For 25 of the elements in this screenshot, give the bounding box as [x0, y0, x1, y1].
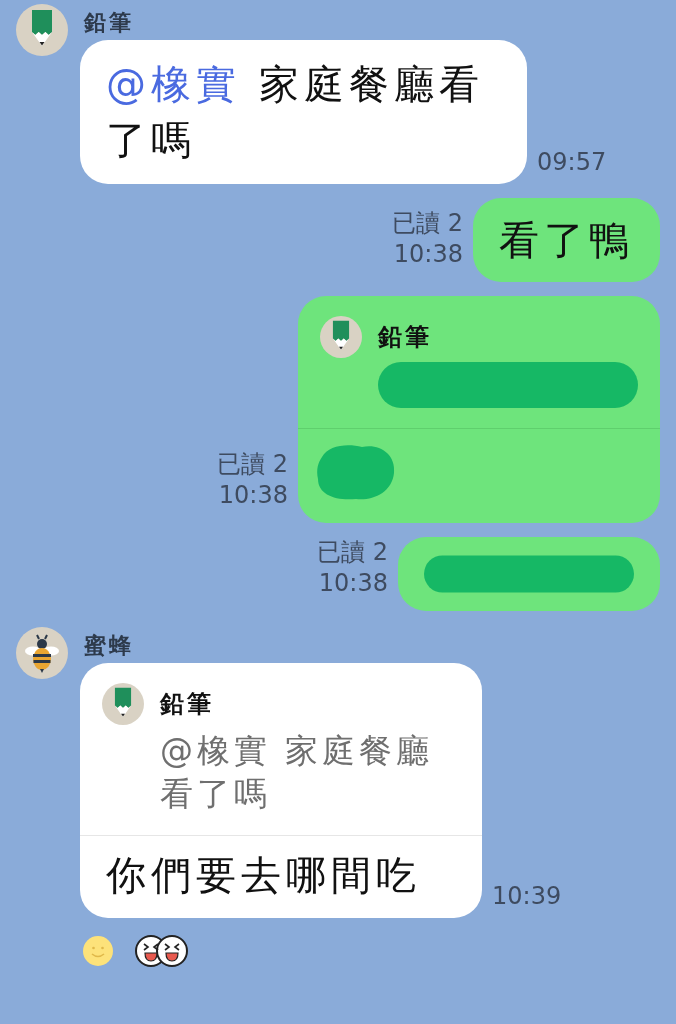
pencil-avatar-icon[interactable]	[320, 316, 362, 358]
timestamp: 10:38	[317, 568, 388, 599]
message-text: 你們要去哪間吃	[106, 851, 422, 900]
message-bubble[interactable]: 鉛筆 @橡實 家庭餐廳看了嗎 你們要去哪間吃	[80, 663, 482, 918]
sender-name: 鉛筆	[84, 9, 135, 37]
message-text: @橡實 家庭餐廳看了嗎	[106, 60, 485, 165]
timestamp: 10:39	[492, 881, 562, 912]
pencil-avatar-icon[interactable]	[102, 683, 144, 725]
timestamp: 10:38	[392, 239, 463, 270]
pencil-avatar-icon[interactable]	[16, 4, 68, 56]
message-bubble[interactable]: 看了鴨	[473, 198, 660, 282]
read-receipt: 已讀 2	[217, 449, 288, 480]
message-bubble[interactable]: @橡實 家庭餐廳看了嗎	[80, 40, 527, 184]
bee-avatar-icon[interactable]	[16, 627, 68, 679]
timestamp: 09:57	[537, 147, 607, 178]
quoted-sender-name: 鉛筆	[160, 689, 214, 720]
quoted-sender-name: 鉛筆	[378, 322, 432, 353]
timestamp: 10:38	[217, 480, 288, 511]
message-text: 看了鴨	[499, 216, 634, 265]
quoted-text: @橡實 家庭餐廳看了嗎	[160, 730, 435, 815]
laughing-faces-icon[interactable]	[134, 934, 189, 968]
message-bubble[interactable]: 鉛筆	[298, 296, 660, 523]
sender-name: 蜜蜂	[84, 632, 135, 660]
read-receipt: 已讀 2	[392, 208, 463, 239]
read-receipt: 已讀 2	[317, 537, 388, 568]
